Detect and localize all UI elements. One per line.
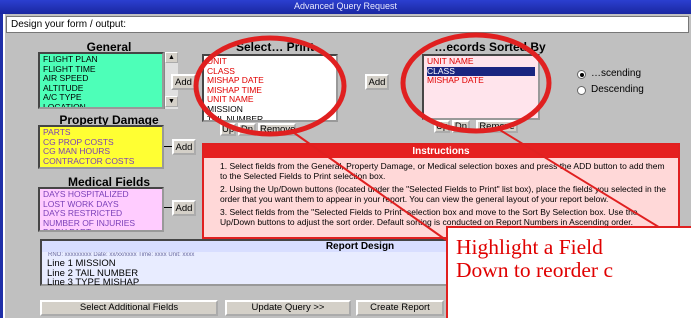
sort-fields-heading: …ecords Sorted By bbox=[434, 40, 546, 54]
sort-add-button[interactable]: Add bbox=[365, 74, 389, 90]
general-add-button[interactable]: Add bbox=[171, 74, 196, 90]
instruction-step-2: 2. Using the Up/Down buttons (located un… bbox=[220, 184, 666, 204]
print-down-button[interactable]: Dn bbox=[238, 123, 256, 136]
general-field-item[interactable]: Location bbox=[43, 102, 159, 107]
update-query-button[interactable]: Update Query >> bbox=[225, 300, 351, 316]
scroll-down-arrow-icon[interactable]: ▼ bbox=[165, 96, 178, 107]
instruction-step-1: 1. Select fields from the General, Prope… bbox=[220, 161, 665, 181]
print-field-item[interactable]: TAIL NUMBER bbox=[207, 114, 333, 120]
medical-fields-list[interactable]: Days Hospitalized Lost Work Days Days Rest… bbox=[38, 187, 164, 232]
design-form-label: Design your form / output: bbox=[6, 16, 689, 33]
instructions-panel: Instructions 1. Select fields from the G… bbox=[202, 143, 680, 239]
instruction-step-3: 3. Select fields from the "Selected Fiel… bbox=[220, 207, 638, 227]
scroll-up-arrow-icon[interactable]: ▲ bbox=[165, 52, 178, 63]
print-remove-button[interactable]: Remove bbox=[258, 123, 296, 136]
medical-field-item[interactable]: Body Part bbox=[43, 228, 159, 230]
print-fields-heading: Select… Print bbox=[235, 40, 315, 54]
create-report-button[interactable]: Create Report bbox=[356, 300, 444, 316]
medical-add-button[interactable]: Add bbox=[172, 200, 196, 216]
general-fields-list[interactable]: Flight Plan Flight Time Air Speed Altitude A… bbox=[38, 52, 164, 109]
window-title: Advanced Query Request bbox=[293, 1, 398, 11]
property-damage-list[interactable]: Parts CG Prop Costs CG Man Hours Contractor… bbox=[38, 125, 164, 169]
window-title-bar: Advanced Query Request bbox=[0, 0, 691, 14]
select-additional-fields-button[interactable]: Select Additional Fields bbox=[40, 300, 218, 316]
sort-down-button[interactable]: Dn bbox=[452, 120, 470, 133]
property-field-item[interactable]: CG Aux Prop Costs bbox=[43, 166, 159, 167]
ascending-radio[interactable] bbox=[577, 70, 586, 79]
print-up-button[interactable]: Up bbox=[220, 123, 236, 136]
descending-label: Descending bbox=[591, 84, 644, 95]
property-add-button[interactable]: Add bbox=[172, 139, 196, 155]
records-sorted-by-list[interactable]: UNIT NAME CLASS MISHAP DATE bbox=[422, 54, 540, 120]
callout-line-2: Down to reorder c bbox=[456, 258, 614, 282]
sort-up-button[interactable]: Up bbox=[434, 120, 450, 133]
ascending-label: …scending bbox=[591, 68, 642, 79]
sort-field-item[interactable]: MISHAP DATE bbox=[427, 76, 535, 86]
sort-remove-button[interactable]: Remove bbox=[476, 120, 518, 133]
selected-fields-to-print-list[interactable]: UNIT CLASS MISHAP DATE MISHAP TIME UNIT NAME… bbox=[202, 54, 338, 122]
annotation-callout: Highlight a Field Down to reorder c bbox=[446, 226, 691, 318]
callout-line-1: Highlight a Field bbox=[456, 235, 603, 259]
descending-radio[interactable] bbox=[577, 86, 586, 95]
instructions-title: Instructions bbox=[204, 145, 678, 158]
